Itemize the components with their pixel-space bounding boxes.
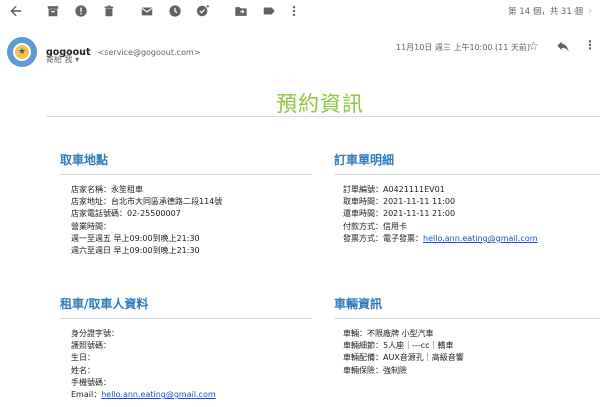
label-icon[interactable] — [261, 3, 277, 19]
next-arrow-icon[interactable]: › — [588, 4, 592, 17]
mobile-number: 手機號碼： — [71, 377, 111, 387]
title-divider — [46, 116, 600, 117]
store-phone: 店家電話號碼：02-25500007 — [71, 209, 181, 219]
vehicle-heading: 車輛資訊 — [334, 297, 383, 311]
renter-name: 姓名： — [71, 365, 95, 375]
business-hours-label: 營業時間： — [71, 221, 111, 231]
renter-email: Email：hello.ann.eating@gmail.com — [71, 389, 216, 401]
order-divider — [334, 174, 600, 175]
add-to-tasks-icon[interactable] — [195, 3, 211, 19]
delete-icon[interactable] — [101, 3, 117, 19]
renter-info: 身分證字號： 護照號碼： 生日： 姓名： 手機號碼： Email：hello.a… — [71, 328, 216, 401]
back-arrow-icon[interactable] — [8, 3, 24, 19]
previous-arrow-icon[interactable]: ‹ — [573, 4, 577, 17]
pickup-info: 店家名稱：永笙租車 店家地址：台北市大同區承德路二段114號 店家電話號碼：02… — [71, 184, 222, 257]
recipient-details-toggle[interactable]: 寄給 我 ▾ — [46, 54, 79, 65]
move-to-folder-icon[interactable] — [233, 3, 249, 19]
birthday: 生日： — [71, 353, 95, 363]
invoice-method: 發票方式：電子發票：hello.ann.eating@gmail.com — [343, 233, 538, 245]
hours-weekday: 週一至週五 早上09:00到晚上21:30 — [71, 233, 200, 243]
renter-heading: 租車/取車人資料 — [60, 297, 149, 311]
hours-weekend: 週六至週日 早上09:00到晚上21:30 — [71, 246, 200, 256]
star-icon[interactable]: ☆ — [528, 39, 539, 53]
vehicle-divider — [334, 318, 600, 319]
sender-avatar[interactable]: ★ — [7, 37, 37, 67]
payment-method: 付款方式：信用卡 — [343, 221, 407, 231]
pickup-time: 取車時間：2021-11-11 11:00 — [343, 197, 456, 207]
id-number: 身分證字號： — [71, 329, 119, 338]
vehicle-details: 車輛細節：5人座｜---cc｜轎車 — [343, 341, 454, 351]
report-spam-icon[interactable] — [73, 3, 89, 19]
pickup-heading: 取車地點 — [60, 153, 109, 167]
archive-icon[interactable] — [45, 3, 61, 19]
gogoout-logo-icon: ★ — [13, 43, 31, 61]
pickup-divider — [60, 174, 312, 175]
vehicle-model: 車輛：不限廠牌 小型汽車 — [343, 329, 434, 338]
snooze-icon[interactable] — [167, 3, 183, 19]
vehicle-info: 車輛：不限廠牌 小型汽車 車輛細節：5人座｜---cc｜轎車 車輛配備：AUX音… — [343, 328, 464, 377]
store-address: 店家地址：台北市大同區承德路二段114號 — [71, 197, 223, 207]
vehicle-insurance: 車輛保險：強制險 — [343, 365, 407, 375]
message-more-icon[interactable]: ⋮ — [584, 38, 596, 52]
renter-divider — [60, 318, 312, 319]
renter-email-link[interactable]: hello.ann.eating@gmail.com — [101, 390, 216, 399]
order-heading: 訂車單明細 — [334, 153, 395, 167]
order-info: 訂單編號：A0421111EV01 取車時間：2021-11-11 11:00 … — [343, 184, 538, 245]
pager-text: 第 14 個，共 31 個 — [508, 7, 583, 17]
invoice-label: 發票方式：電子發票： — [343, 233, 423, 243]
store-name: 店家名稱：永笙租車 — [71, 185, 143, 194]
reply-icon[interactable] — [556, 39, 570, 58]
order-number: 訂單編號：A0421111EV01 — [343, 185, 445, 194]
more-vert-icon[interactable] — [286, 3, 302, 19]
email-date: 11月10日 週三 上午10:00 (11 天前) — [396, 43, 531, 52]
email-title: 預約資訊 — [276, 92, 364, 116]
mark-unread-icon[interactable] — [139, 3, 155, 19]
renter-email-label: Email： — [71, 390, 102, 400]
passport-number: 護照號碼： — [71, 341, 111, 351]
vehicle-equipment: 車輛配備：AUX音源孔｜高級音響 — [343, 353, 464, 363]
return-time: 還車時間：2021-11-11 21:00 — [343, 209, 456, 219]
toolbar: 第 14 個，共 31 個 ‹ › — [0, 0, 600, 22]
invoice-email-link[interactable]: hello.ann.eating@gmail.com — [423, 234, 538, 243]
sender-email: <service@gogoout.com> — [97, 48, 201, 57]
